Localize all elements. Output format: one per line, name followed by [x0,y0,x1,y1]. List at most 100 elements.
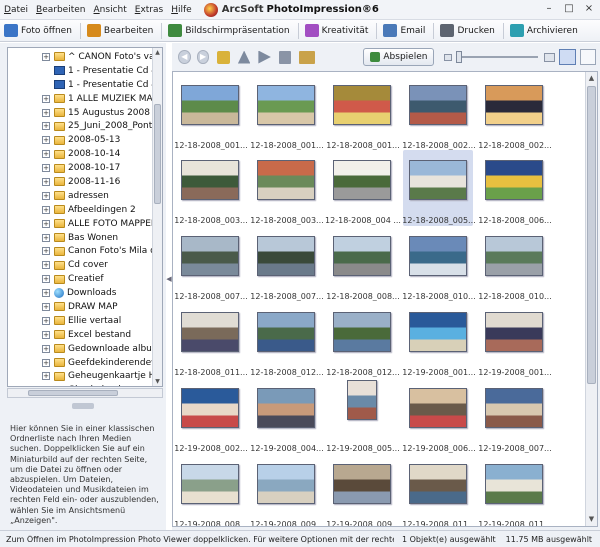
menu-datei[interactable]: Datei [0,5,32,15]
photo-thumbnail[interactable] [409,464,467,504]
thumbnail-item[interactable]: 12-18-2008_002... [402,75,476,151]
thumbnail-item[interactable]: 12-19-2008_011... [478,454,552,526]
thumbnail-item[interactable]: 12-18-2008_002... [478,75,552,151]
photo-thumbnail[interactable] [485,160,543,200]
thumbnail-item[interactable]: 12-19-2008_011... [402,454,476,526]
menu-ansicht[interactable]: Ansicht [90,5,131,15]
tree-item[interactable]: +2008-10-14 [8,147,154,161]
photo-thumbnail[interactable] [181,312,239,352]
photo-thumbnail[interactable] [333,464,391,504]
expand-toggle-icon[interactable]: + [42,136,50,145]
tree-item[interactable]: + ALLE FOTO MAPPEN [8,217,154,231]
scroll-up-arrow-icon[interactable]: ▲ [587,74,596,83]
photo-thumbnail[interactable] [257,236,315,276]
tree-item[interactable]: +2008-05-13 [8,133,154,147]
photo-thumbnail[interactable] [485,388,543,428]
photo-thumbnail[interactable] [181,160,239,200]
photo-thumbnail[interactable] [333,236,391,276]
photo-thumbnail[interactable] [181,85,239,125]
forward-arrow-icon[interactable]: ▶ [196,50,210,64]
photo-thumbnail[interactable] [409,160,467,200]
tree-item[interactable]: + Geefdekinderendewer [8,356,154,370]
tree-item[interactable]: + Afbeeldingen 2 [8,203,154,217]
photo-thumbnail[interactable] [181,388,239,428]
new-folder-icon[interactable] [217,50,230,64]
thumbnail-item[interactable]: 12-18-2008_012... [326,302,400,378]
toolbar-button-0[interactable]: Foto öffnen [0,24,78,37]
photo-thumbnail[interactable] [485,312,543,352]
expand-toggle-icon[interactable]: + [42,330,50,339]
expand-toggle-icon[interactable]: + [42,289,50,298]
toolbar-button-3[interactable]: Kreativität [301,24,375,37]
thumbnail-item[interactable]: 12-18-2008_008... [326,226,400,302]
thumbnail-item[interactable]: 12-18-2008_007... [250,226,324,302]
toolbar-button-6[interactable]: Archivieren [506,24,584,37]
expand-toggle-icon[interactable]: + [42,122,50,131]
expand-toggle-icon[interactable]: + [42,275,50,284]
details-view-button[interactable] [579,49,596,65]
rotate-left-icon[interactable] [237,50,251,64]
tree-item[interactable]: +25_Juni_2008_Pont_en [8,119,154,133]
photo-thumbnail[interactable] [333,85,391,125]
photo-thumbnail[interactable] [347,380,377,420]
thumbnail-item[interactable]: 12-19-2008_006... [402,378,476,454]
expand-toggle-icon[interactable]: + [42,191,50,200]
expand-toggle-icon[interactable]: + [42,52,50,61]
photo-thumbnail[interactable] [409,312,467,352]
thumbnail-item[interactable]: 12-18-2008_005... [402,150,476,226]
expand-toggle-icon[interactable]: + [42,358,50,367]
expand-toggle-icon[interactable]: + [42,316,50,325]
menu-hilfe[interactable]: Hilfe [167,5,196,15]
expand-toggle-icon[interactable]: + [42,261,50,270]
tree-item[interactable]: + Downloads [8,286,154,300]
tree-item[interactable]: + Excel bestand [8,328,154,342]
thumbnail-grid-scroll-thumb[interactable] [587,86,596,384]
photo-thumbnail[interactable] [485,464,543,504]
menu-extras[interactable]: Extras [131,5,167,15]
expand-toggle-icon[interactable]: + [42,164,50,173]
thumbnail-item[interactable]: 12-18-2008_003... [250,150,324,226]
expand-toggle-icon[interactable]: + [42,372,50,381]
folder-tree-vertical-scrollbar[interactable]: ▲ ▼ [152,48,162,386]
thumbnail-item[interactable]: 12-18-2008_011... [174,302,248,378]
photo-thumbnail[interactable] [257,160,315,200]
expand-toggle-icon[interactable] [42,81,50,89]
toolbar-button-1[interactable]: Bearbeiten [83,24,159,37]
photo-thumbnail[interactable] [485,85,543,125]
folder-tree-horizontal-scrollbar[interactable] [7,388,163,398]
folder-tree-hscroll-thumb[interactable] [28,390,118,396]
tree-item[interactable]: + DRAW MAP [8,300,154,314]
tree-item[interactable]: + Gedownloade albums [8,342,154,356]
toolbar-button-4[interactable]: Email [379,24,431,37]
tree-item[interactable]: +2008-10-17 [8,161,154,175]
scroll-up-arrow-icon[interactable]: ▲ [154,49,161,56]
panel-splitter-grip[interactable] [72,403,94,409]
toolbar-button-5[interactable]: Drucken [436,24,500,37]
thumbnail-item[interactable]: 12-18-2008_004 ... [325,150,401,226]
delete-icon[interactable] [278,50,292,64]
expand-toggle-icon[interactable] [42,67,50,75]
thumbnail-item[interactable]: 12-19-2008_007... [478,378,552,454]
thumbnail-item[interactable]: 12-19-2008_005... [326,378,400,454]
thumbnail-item[interactable]: 12-19-2008_001... [478,302,552,378]
expand-toggle-icon[interactable]: + [42,94,50,103]
menu-bearbeiten[interactable]: Bearbeiten [32,5,89,15]
thumbnail-item[interactable]: 12-18-2008_010... [478,226,552,302]
thumbnail-view-button[interactable] [559,49,576,65]
photo-thumbnail[interactable] [333,160,391,200]
thumbnail-size-slider[interactable] [444,51,556,63]
folder-tree-scroll-thumb[interactable] [154,104,161,204]
thumbnail-item[interactable]: 12-19-2008_009... [250,454,324,526]
photo-thumbnail[interactable] [333,312,391,352]
expand-toggle-icon[interactable]: + [42,302,50,311]
photo-thumbnail[interactable] [409,388,467,428]
photo-thumbnail[interactable] [485,236,543,276]
close-button[interactable]: × [582,3,596,15]
thumbnail-grid-scrollbar[interactable]: ▲ ▼ [585,72,597,526]
thumbnail-item[interactable]: 12-18-2008_001... [250,75,324,151]
maximize-button[interactable]: □ [562,3,576,15]
expand-toggle-icon[interactable]: + [42,247,50,256]
thumbnail-item[interactable]: 12-18-2008_001... [174,75,248,151]
photo-thumbnail[interactable] [409,85,467,125]
photo-thumbnail[interactable] [181,464,239,504]
